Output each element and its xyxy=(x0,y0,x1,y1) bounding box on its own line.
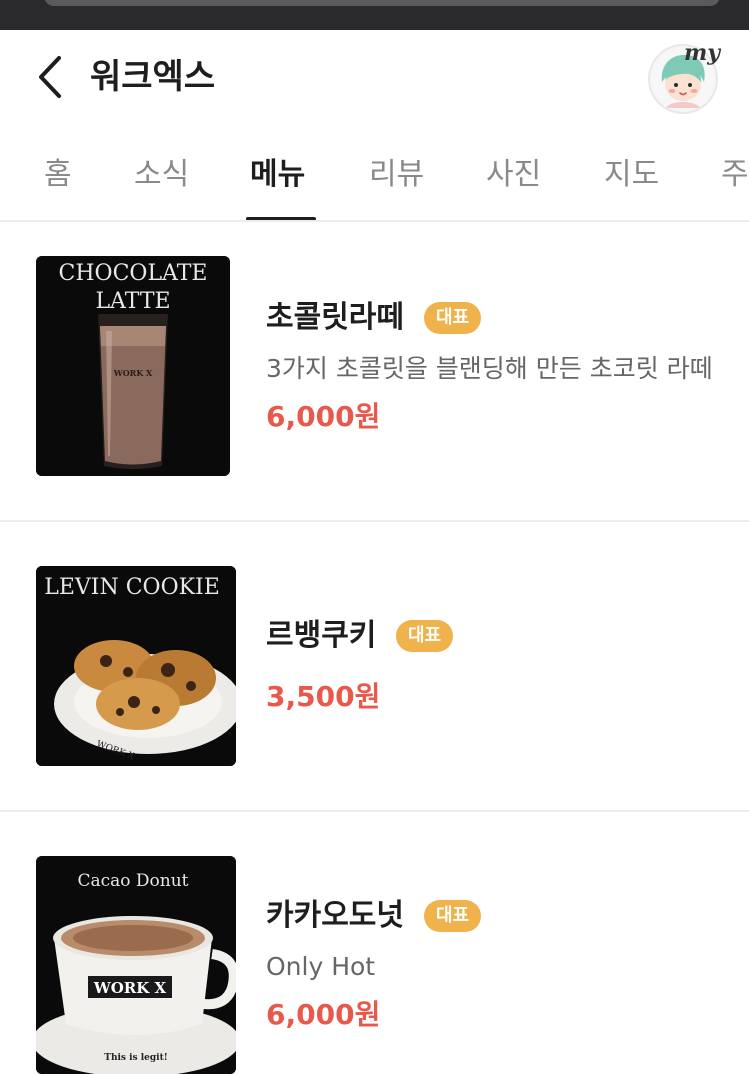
menu-item-image: LEVIN COOKIE WORK X xyxy=(36,566,236,766)
chevron-left-icon xyxy=(39,56,61,98)
menu-item-description: 3가지 초콜릿을 블랜딩해 만든 초코릿 라떼 xyxy=(266,354,713,383)
menu-item-image: CHOCOLATE LATTE WORK X xyxy=(36,256,230,476)
address-bar[interactable] xyxy=(44,0,720,6)
signature-badge: 대표 xyxy=(396,620,454,652)
cacao-donut-photo: Cacao Donut WORK X This is legit! xyxy=(36,856,236,1074)
image-caption-line-2: LATTE xyxy=(95,289,170,314)
menu-item-levin-cookie[interactable]: LEVIN COOKIE WORK X 르뱅쿠키 대표 3,500원 xyxy=(0,522,749,812)
cup-brand: WORK X xyxy=(93,979,167,997)
chocolate-latte-photo: CHOCOLATE LATTE WORK X xyxy=(36,256,230,476)
image-caption-line-1: CHOCOLATE xyxy=(59,261,208,286)
browser-top-bar xyxy=(0,0,749,30)
menu-item-description: Only Hot xyxy=(266,952,376,981)
image-brand: WORK X xyxy=(113,368,153,378)
image-caption: LEVIN COOKIE xyxy=(44,575,220,600)
levin-cookie-photo: LEVIN COOKIE WORK X xyxy=(36,566,236,766)
image-caption: Cacao Donut xyxy=(77,871,188,891)
menu-item-image: Cacao Donut WORK X This is legit! xyxy=(36,856,236,1074)
signature-badge: 대표 xyxy=(424,302,482,334)
tab-news[interactable]: 소식 xyxy=(134,152,189,198)
menu-item-cacao-donut[interactable]: Cacao Donut WORK X This is legit! 카카오도넛 … xyxy=(0,812,749,1074)
tab-photos[interactable]: 사진 xyxy=(486,152,541,198)
tab-bar: 홈 소식 메뉴 리뷰 사진 지도 주 xyxy=(0,128,749,222)
menu-item-name: 초콜릿라떼 xyxy=(266,300,404,335)
tab-map[interactable]: 지도 xyxy=(604,152,659,198)
tab-reviews[interactable]: 리뷰 xyxy=(369,152,424,198)
tab-home[interactable]: 홈 xyxy=(44,152,72,198)
saucer-text: This is legit! xyxy=(104,1053,167,1063)
menu-item-price: 3,500원 xyxy=(266,680,381,713)
tab-more[interactable]: 주 xyxy=(721,152,749,198)
active-tab-indicator xyxy=(246,217,316,220)
menu-item-name: 카카오도넛 xyxy=(266,898,404,933)
my-label: my xyxy=(684,40,721,66)
page-title: 워크엑스 xyxy=(90,57,216,97)
back-button[interactable] xyxy=(28,52,72,102)
menu-item-name: 르뱅쿠키 xyxy=(266,618,377,653)
header: 워크엑스 my xyxy=(0,30,749,128)
tab-menu[interactable]: 메뉴 xyxy=(250,152,305,198)
signature-badge: 대표 xyxy=(424,900,482,932)
menu-item-price: 6,000원 xyxy=(266,998,381,1031)
menu-item-chocolate-latte[interactable]: CHOCOLATE LATTE WORK X 초콜릿라떼 대표 3가지 초콜릿을… xyxy=(0,222,749,522)
menu-item-price: 6,000원 xyxy=(266,400,381,433)
menu-list: CHOCOLATE LATTE WORK X 초콜릿라떼 대표 3가지 초콜릿을… xyxy=(0,222,749,1074)
